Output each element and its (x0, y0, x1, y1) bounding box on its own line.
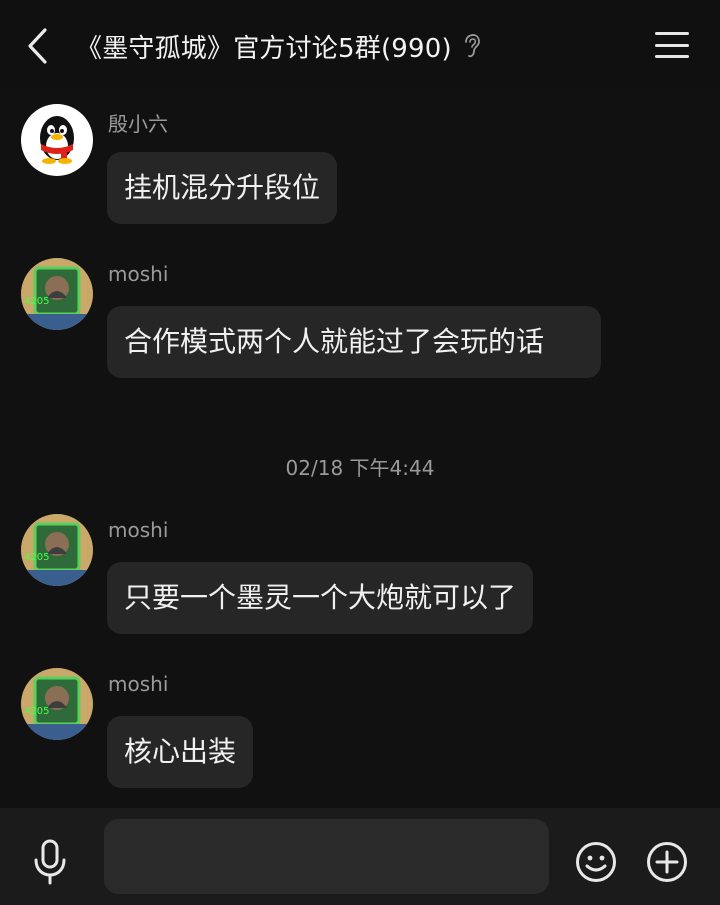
voice-button[interactable] (30, 838, 70, 886)
game-avatar[interactable]: 4205 (21, 668, 93, 740)
game-avatar[interactable]: 4205 (21, 514, 93, 586)
sender-name: moshi (108, 672, 169, 696)
microphone-icon (34, 839, 66, 885)
message-bubble[interactable]: 挂机混分升段位 (107, 152, 338, 224)
ear-icon (462, 33, 484, 59)
message-bubble[interactable]: 只要一个墨灵一个大炮就可以了 (107, 562, 534, 634)
chevron-left-icon (28, 28, 47, 64)
menu-button[interactable] (654, 28, 690, 62)
back-button[interactable] (18, 24, 58, 68)
message-bubble[interactable]: 核心出装 (107, 716, 254, 788)
sender-name: 殷小六 (108, 112, 168, 136)
sender-name: moshi (108, 518, 169, 542)
emoji-button[interactable] (575, 841, 617, 883)
svg-text:4205: 4205 (24, 552, 49, 563)
game-avatar[interactable]: 4205 (21, 258, 93, 330)
plus-circle-icon (647, 842, 687, 882)
penguin-icon (40, 116, 74, 164)
chat-title: 《墨守孤城》官方讨论5群(990) (76, 33, 452, 64)
more-button[interactable] (646, 841, 688, 883)
message-timestamp: 02/18 下午4:44 (285, 456, 435, 480)
chat-screen: 《墨守孤城》官方讨论5群(990) 殷小六 挂机混分升段位 4205 moshi… (0, 0, 720, 905)
game-character-icon: 4205 (21, 258, 93, 330)
qq-penguin-avatar[interactable] (21, 104, 93, 176)
message-input[interactable] (104, 819, 549, 894)
emoji-icon (576, 842, 616, 882)
chat-title-group[interactable]: 《墨守孤城》官方讨论5群(990) (76, 26, 484, 66)
svg-text:4205: 4205 (24, 296, 49, 307)
hamburger-menu-icon (655, 32, 689, 35)
game-character-icon: 4205 (21, 668, 93, 740)
message-list[interactable]: 殷小六 挂机混分升段位 4205 moshi 合作模式两个人就能过了会玩的话 0… (0, 90, 720, 808)
game-character-icon: 4205 (21, 514, 93, 586)
message-bubble[interactable]: 合作模式两个人就能过了会玩的话 (107, 306, 601, 378)
svg-text:4205: 4205 (24, 706, 49, 717)
chat-header: 《墨守孤城》官方讨论5群(990) (0, 0, 720, 90)
sender-name: moshi (108, 262, 169, 286)
